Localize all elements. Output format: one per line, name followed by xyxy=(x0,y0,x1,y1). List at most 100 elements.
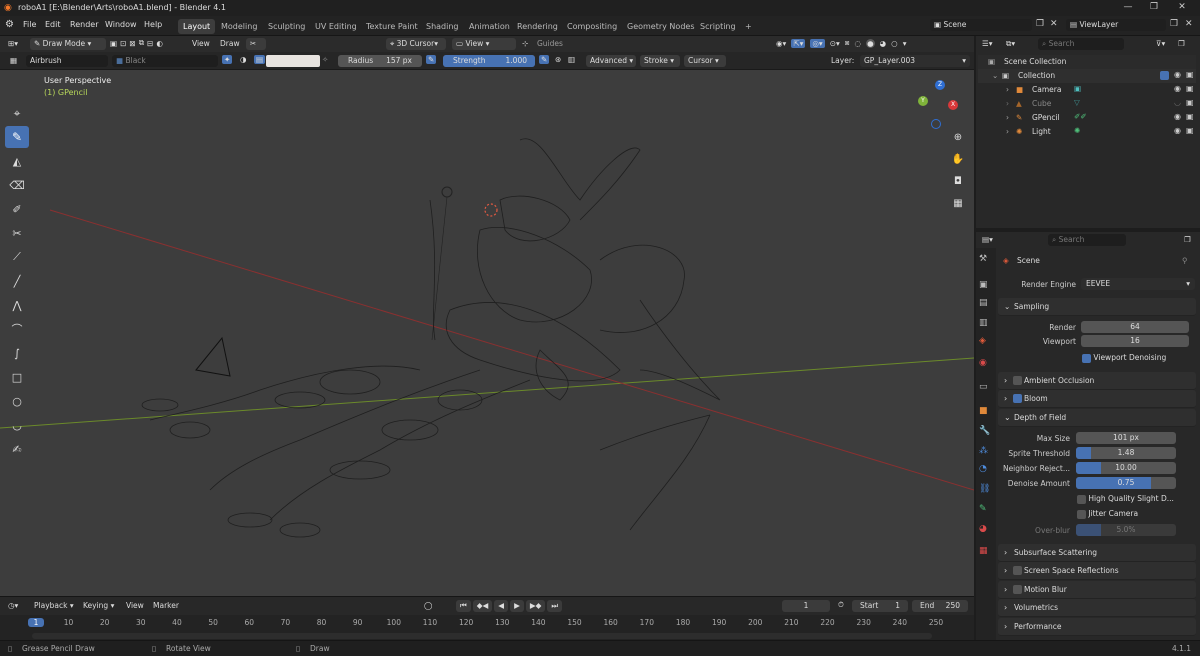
tab-compositing[interactable]: Compositing xyxy=(562,19,622,34)
camera-view-icon[interactable]: ◘ xyxy=(948,176,968,198)
delete-scene-icon[interactable]: ✕ xyxy=(1050,19,1058,29)
material-tab-icon[interactable]: ◕ xyxy=(979,524,987,534)
prev-keyframe-icon[interactable]: ◆◀ xyxy=(472,600,493,612)
annotate-tool[interactable]: ✍ xyxy=(5,438,29,460)
vertex-color-icon[interactable]: ▤ xyxy=(254,55,266,64)
view-layer-tab-icon[interactable]: ▥ xyxy=(979,318,988,328)
view-orientation-dropdown[interactable]: ▭ View ▾ xyxy=(452,38,516,50)
stabilizer-icon[interactable]: ⊛ xyxy=(555,55,561,64)
cursor-tool[interactable]: ⌖ xyxy=(5,102,29,124)
outliner-row-camera[interactable]: › ■ Camera ▣ ◉ ▣ xyxy=(978,83,1196,97)
checkbox[interactable] xyxy=(1082,353,1091,363)
display-mode-icon[interactable]: ⧉▾ xyxy=(1006,39,1015,49)
eyedropper-icon[interactable]: ✧ xyxy=(322,55,328,64)
onion-skin-icon[interactable]: ⊙▾ xyxy=(830,39,840,48)
maximize-button[interactable]: ❐ xyxy=(1148,2,1160,14)
viewport-samples-field[interactable]: 16 xyxy=(1081,335,1189,347)
next-keyframe-icon[interactable]: ▶◆ xyxy=(525,600,546,612)
material-selector[interactable]: ■ Black xyxy=(112,55,218,67)
timeline-editor-icon[interactable]: ◷▾ xyxy=(8,601,18,610)
overlay-icon[interactable]: ◎▾ xyxy=(810,38,825,48)
add-workspace-button[interactable]: + xyxy=(740,19,757,34)
xray-icon[interactable]: ⧈ xyxy=(845,38,850,48)
marker-menu[interactable]: Marker xyxy=(153,601,179,610)
guides-toggle-icon[interactable]: ⊹ xyxy=(522,39,528,48)
ambient-occlusion-panel-header[interactable]: › Ambient Occlusion xyxy=(998,372,1196,390)
render-engine-dropdown[interactable]: EEVEE ▾ xyxy=(1081,278,1195,290)
outliner-row-gpencil[interactable]: › ✎ GPencil ✐✐ ◉ ▣ xyxy=(978,111,1196,125)
camera-render-icon[interactable]: ▣ xyxy=(1186,126,1194,135)
y-axis-handle[interactable]: Y xyxy=(918,96,928,106)
jump-end-icon[interactable]: ⏭ xyxy=(547,600,563,612)
shading-options-icon[interactable]: ▾ xyxy=(903,39,907,48)
gizmo-icon[interactable]: ⇱▾ xyxy=(791,38,806,48)
frame-ruler[interactable]: 1 10 20 30 40 50 60 70 80 90 100 110 120 130 140 150 160… xyxy=(0,615,974,641)
curve-edit-icon[interactable]: ◐ xyxy=(156,39,163,48)
expand-arrow-icon[interactable]: › xyxy=(1006,99,1009,108)
view-layer-selector[interactable]: ▤ ViewLayer xyxy=(1066,19,1166,31)
brush-options-icon[interactable]: ▥ xyxy=(568,55,575,64)
outliner-row-scene-collection[interactable]: ▣ Scene Collection xyxy=(978,55,1196,69)
polyline-tool[interactable]: ⋀ xyxy=(5,294,29,316)
delete-view-layer-icon[interactable]: ✕ xyxy=(1185,19,1193,29)
draw-options-button[interactable]: ✂ xyxy=(246,38,266,50)
3d-viewport[interactable]: User Perspective (1) GPencil Z X Y ⊕ ✋ ◘… xyxy=(0,70,974,596)
checkbox[interactable] xyxy=(1077,509,1086,519)
editor-type-button[interactable]: ⊞▾ xyxy=(4,38,26,50)
texture-tab-icon[interactable]: ▦ xyxy=(979,546,988,556)
menu-render[interactable]: Render xyxy=(70,20,98,29)
expand-arrow-icon[interactable]: › xyxy=(1006,85,1009,94)
visibility-icon[interactable]: ◉▾ xyxy=(776,39,786,48)
pin-icon[interactable]: ⚲ xyxy=(1182,256,1188,265)
outliner-search[interactable]: ⌕ Search xyxy=(1038,38,1124,50)
view-menu[interactable]: View xyxy=(192,39,210,48)
scene-selector[interactable]: ▣ Scene xyxy=(930,19,1032,31)
expand-arrow-icon[interactable]: › xyxy=(1006,113,1009,122)
start-frame-field[interactable]: Start 1 xyxy=(852,600,908,612)
z-axis-handle[interactable]: Z xyxy=(935,80,945,90)
properties-options-icon[interactable]: ❐ xyxy=(1184,235,1191,244)
sculpt-mask-icon[interactable]: ⧉ xyxy=(139,38,144,48)
play-reverse-icon[interactable]: ◀ xyxy=(494,600,509,612)
render-tab-icon[interactable]: ▣ xyxy=(979,280,988,290)
material-shading-icon[interactable]: ◕ xyxy=(880,39,887,48)
keying-menu[interactable]: Keying ▾ xyxy=(83,601,114,610)
curve-tool[interactable]: ∫ xyxy=(5,342,29,364)
line-tool[interactable]: ╱ xyxy=(5,270,29,292)
performance-panel-header[interactable]: › Performance xyxy=(998,618,1196,636)
max-size-field[interactable]: 101 px xyxy=(1076,432,1176,444)
data-tab-icon[interactable]: ✎ xyxy=(979,504,987,514)
properties-search[interactable]: ⌕ Search xyxy=(1048,234,1126,246)
jump-start-icon[interactable]: ⏮ xyxy=(456,600,471,612)
strength-slider[interactable]: Strength 1.000 xyxy=(443,55,535,67)
filter-icon[interactable]: ⊽▾ xyxy=(1156,39,1165,48)
motion-blur-panel-header[interactable]: › Motion Blur xyxy=(998,581,1196,599)
eye-closed-icon[interactable]: ◡ xyxy=(1174,98,1181,107)
dof-panel-header[interactable]: ⌄ Depth of Field xyxy=(998,409,1196,427)
render-samples-field[interactable]: 64 xyxy=(1081,321,1189,333)
tab-scripting[interactable]: Scripting xyxy=(695,19,741,34)
object-tab-icon[interactable]: ■ xyxy=(979,406,988,416)
brush-color-swatch[interactable] xyxy=(266,55,320,67)
neighbor-reject-slider[interactable]: 10.00 xyxy=(1076,462,1176,474)
expand-arrow-icon[interactable]: ⌄ xyxy=(992,71,998,80)
cursor-dropdown[interactable]: Cursor ▾ xyxy=(684,55,726,67)
tab-rendering[interactable]: Rendering xyxy=(512,19,563,34)
erase-tool[interactable]: ⌫ xyxy=(5,174,29,196)
end-frame-field[interactable]: End 250 xyxy=(912,600,968,612)
new-collection-icon[interactable]: ❐ xyxy=(1178,39,1185,48)
cutter-tool[interactable]: ✂ xyxy=(5,222,29,244)
new-view-layer-icon[interactable]: ❐ xyxy=(1170,19,1178,29)
menu-edit[interactable]: Edit xyxy=(45,20,61,29)
cursor-placement-dropdown[interactable]: ⌖ 3D Cursor▾ xyxy=(386,38,446,50)
minimize-button[interactable]: — xyxy=(1122,2,1134,14)
tab-modeling[interactable]: Modeling xyxy=(216,19,262,34)
tab-shading[interactable]: Shading xyxy=(421,19,464,34)
bloom-panel-header[interactable]: › Bloom xyxy=(998,390,1196,408)
menu-window[interactable]: Window xyxy=(105,20,137,29)
tab-sculpting[interactable]: Sculpting xyxy=(263,19,310,34)
advanced-dropdown[interactable]: Advanced ▾ xyxy=(586,55,636,67)
outliner-row-cube[interactable]: › ▲ Cube ▽ ◡ ▣ xyxy=(978,97,1196,111)
viewport-denoising-toggle[interactable]: Viewport Denoising xyxy=(1082,353,1166,363)
mode-selector[interactable]: ✎ Draw Mode ▾ xyxy=(30,38,106,50)
